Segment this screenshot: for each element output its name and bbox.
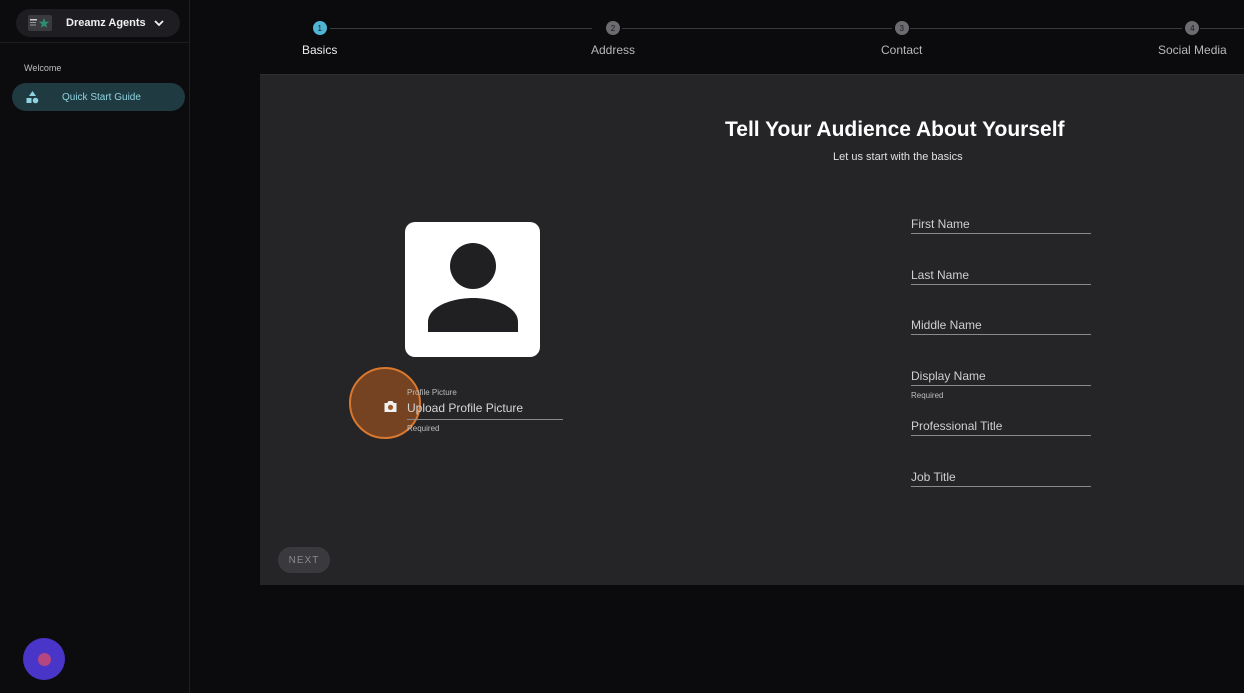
assistant-fab-button[interactable] — [23, 638, 65, 680]
step-label: Basics — [302, 43, 338, 57]
step-label: Social Media — [1158, 43, 1227, 57]
sidebar-section-label: Welcome — [24, 63, 62, 73]
middle-name-placeholder: Middle Name — [911, 318, 982, 332]
step-address[interactable]: 2 Address — [591, 21, 635, 57]
last-name-field[interactable]: Last Name — [911, 266, 1091, 285]
step-label: Contact — [881, 43, 923, 57]
display-name-helper: Required — [911, 391, 944, 400]
display-name-field[interactable]: Display Name — [911, 367, 1091, 386]
step-number: 1 — [312, 21, 327, 35]
brand-logo-icon — [28, 15, 52, 31]
middle-name-field[interactable]: Middle Name — [911, 316, 1091, 335]
form-stepper: 1 Basics 2 Address 3 Contact 4 Social Me… — [260, 14, 1244, 74]
step-contact[interactable]: 3 Contact — [881, 21, 922, 57]
display-name-placeholder: Display Name — [911, 369, 986, 383]
step-label: Address — [591, 43, 636, 57]
step-basics[interactable]: 1 Basics — [302, 21, 337, 57]
account-name: Dreamz Agents — [66, 17, 146, 29]
shapes-icon — [26, 90, 39, 104]
professional-title-placeholder: Professional Title — [911, 419, 1003, 433]
profile-picture-helper: Required — [407, 424, 440, 433]
profile-picture-input[interactable]: Upload Profile Picture — [407, 399, 563, 420]
account-switcher[interactable]: Dreamz Agents — [16, 9, 180, 37]
page-title: Tell Your Audience About Yourself — [725, 118, 1065, 141]
stepper-connector — [330, 28, 592, 29]
chevron-down-icon[interactable] — [154, 19, 164, 27]
step-number: 4 — [1185, 21, 1200, 35]
last-name-placeholder: Last Name — [911, 268, 970, 282]
profile-picture-preview — [405, 222, 540, 357]
person-icon — [428, 243, 518, 332]
app-root: Dreamz Agents Welcome Quick Start Guide — [0, 0, 1244, 693]
job-title-placeholder: Job Title — [911, 470, 956, 484]
page-subtitle: Let us start with the basics — [833, 151, 963, 163]
professional-title-field[interactable]: Professional Title — [911, 417, 1091, 436]
sidebar-divider — [0, 42, 189, 43]
next-button[interactable]: NEXT — [278, 547, 330, 573]
profile-picture-placeholder: Upload Profile Picture — [407, 401, 524, 415]
sidebar-item-label: Quick Start Guide — [62, 91, 141, 103]
sidebar-item-quick-start-guide[interactable]: Quick Start Guide — [12, 83, 185, 111]
profile-picture-label: Profile Picture — [407, 388, 457, 397]
step-number: 2 — [606, 21, 621, 35]
step-social-media[interactable]: 4 Social Media — [1158, 21, 1227, 57]
first-name-field[interactable]: First Name — [911, 215, 1091, 234]
sidebar: Dreamz Agents Welcome Quick Start Guide — [0, 0, 190, 693]
camera-icon[interactable] — [383, 400, 398, 418]
step-number: 3 — [894, 21, 909, 35]
stepper-connector — [910, 28, 1182, 29]
first-name-placeholder: First Name — [911, 217, 970, 231]
stepper-connector — [622, 28, 892, 29]
assistant-icon — [37, 652, 51, 666]
job-title-field[interactable]: Job Title — [911, 468, 1091, 487]
